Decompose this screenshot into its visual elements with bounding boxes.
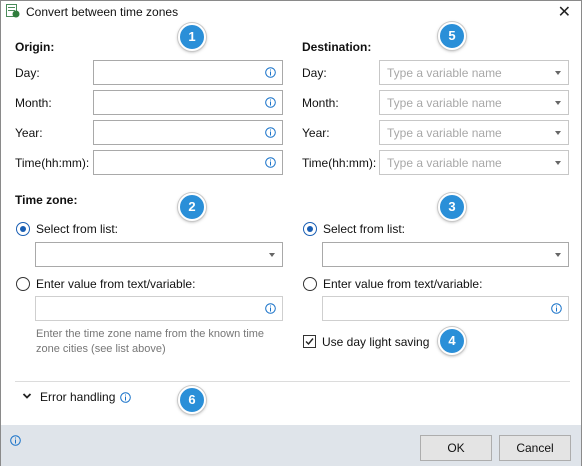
destination-time-combobox[interactable]: Type a variable name <box>379 150 569 175</box>
daylight-saving-checkbox[interactable] <box>303 335 316 348</box>
destination-day-label: Day: <box>302 66 327 80</box>
title-bar: Convert between time zones ✕ <box>1 1 581 23</box>
destination-year-label: Year: <box>302 126 330 140</box>
chevron-down-icon[interactable] <box>555 253 561 257</box>
origin-month-input[interactable] <box>93 90 283 115</box>
dialog-footer: OK Cancel <box>1 425 581 466</box>
info-icon[interactable] <box>265 67 276 78</box>
destination-month-label: Month: <box>302 96 339 110</box>
destination-day-combobox[interactable]: Type a variable name <box>379 60 569 85</box>
right-select-from-list-radio[interactable] <box>303 222 317 236</box>
destination-title: Destination: <box>302 40 372 54</box>
cancel-button[interactable]: Cancel <box>499 435 571 461</box>
left-enter-value-label[interactable]: Enter value from text/variable: <box>36 277 195 291</box>
step-badge-5: 5 <box>438 22 466 50</box>
daylight-saving-label[interactable]: Use day light saving <box>322 335 429 349</box>
timezone-hint-text: Enter the time zone name from the known … <box>36 328 265 355</box>
right-enter-value-radio[interactable] <box>303 277 317 291</box>
right-select-from-list-label[interactable]: Select from list: <box>323 222 405 236</box>
close-button[interactable]: ✕ <box>558 2 571 22</box>
right-timezone-text-input[interactable] <box>322 296 569 321</box>
dialog-window: Convert between time zones ✕ Origin: Day… <box>0 0 582 466</box>
info-icon[interactable] <box>120 392 131 403</box>
chevron-down-icon[interactable] <box>22 392 32 400</box>
info-icon[interactable] <box>265 97 276 108</box>
destination-day-placeholder: Type a variable name <box>387 66 502 80</box>
info-icon[interactable] <box>551 303 562 314</box>
left-timezone-text-input[interactable] <box>35 296 283 321</box>
right-timezone-select[interactable] <box>322 242 569 267</box>
info-icon[interactable] <box>10 435 21 446</box>
window-title: Convert between time zones <box>26 5 179 19</box>
left-enter-value-radio[interactable] <box>16 277 30 291</box>
origin-month-label: Month: <box>15 96 52 110</box>
left-select-from-list-radio[interactable] <box>16 222 30 236</box>
section-divider <box>15 381 570 382</box>
destination-time-placeholder: Type a variable name <box>387 156 502 170</box>
chevron-down-icon[interactable] <box>555 101 561 105</box>
ok-button[interactable]: OK <box>420 435 492 461</box>
app-icon <box>6 4 20 18</box>
step-badge-1: 1 <box>178 23 206 51</box>
timezone-title: Time zone: <box>15 193 78 207</box>
destination-year-placeholder: Type a variable name <box>387 126 502 140</box>
chevron-down-icon[interactable] <box>555 161 561 165</box>
error-handling-toggle[interactable]: Error handling <box>40 390 115 404</box>
origin-day-input[interactable] <box>93 60 283 85</box>
right-enter-value-label[interactable]: Enter value from text/variable: <box>323 277 482 291</box>
origin-year-input[interactable] <box>93 120 283 145</box>
origin-time-input[interactable] <box>93 150 283 175</box>
destination-year-combobox[interactable]: Type a variable name <box>379 120 569 145</box>
destination-month-combobox[interactable]: Type a variable name <box>379 90 569 115</box>
checkmark-icon <box>305 338 314 346</box>
left-select-from-list-label[interactable]: Select from list: <box>36 222 118 236</box>
destination-month-placeholder: Type a variable name <box>387 96 502 110</box>
info-icon[interactable] <box>265 157 276 168</box>
chevron-down-icon[interactable] <box>555 131 561 135</box>
origin-title: Origin: <box>15 40 55 54</box>
chevron-down-icon[interactable] <box>555 71 561 75</box>
info-icon[interactable] <box>265 127 276 138</box>
chevron-down-icon[interactable] <box>269 253 275 257</box>
origin-year-label: Year: <box>15 126 43 140</box>
step-badge-4: 4 <box>438 327 466 355</box>
origin-day-label: Day: <box>15 66 40 80</box>
left-timezone-select[interactable] <box>35 242 283 267</box>
step-badge-6: 6 <box>178 386 206 414</box>
destination-time-label: Time(hh:mm): <box>302 156 377 170</box>
step-badge-3: 3 <box>438 193 466 221</box>
info-icon[interactable] <box>265 303 276 314</box>
origin-time-label: Time(hh:mm): <box>15 156 90 170</box>
step-badge-2: 2 <box>178 193 206 221</box>
